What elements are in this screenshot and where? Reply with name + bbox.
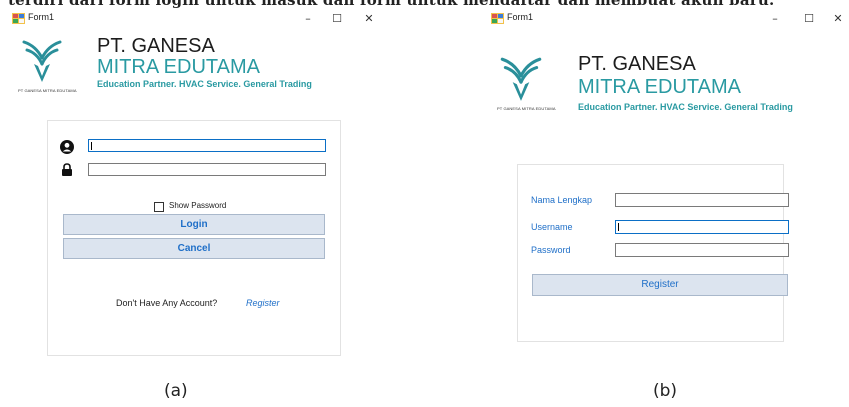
username-input[interactable] — [88, 139, 326, 152]
register-button[interactable]: Register — [532, 274, 788, 296]
username-label: Username — [531, 222, 573, 232]
company-logo-icon — [500, 57, 542, 101]
close-button[interactable]: ✕ — [358, 9, 380, 29]
company-name: PT. GANESA — [97, 35, 215, 57]
show-password-checkbox[interactable] — [154, 202, 164, 212]
show-password-label: Show Password — [169, 201, 227, 210]
password-input[interactable] — [615, 243, 789, 257]
text-caret — [618, 223, 619, 231]
login-button[interactable]: Login — [63, 214, 325, 235]
login-panel: Show Password Login Cancel Don't Have An… — [47, 120, 341, 356]
password-label: Password — [531, 245, 571, 255]
full-name-input[interactable] — [615, 193, 789, 207]
figure-caption-a: (a) — [164, 381, 188, 401]
app-icon — [491, 13, 504, 24]
window-title: Form1 — [28, 12, 55, 22]
username-input[interactable] — [615, 220, 789, 234]
app-icon — [12, 13, 25, 24]
logo-caption: PT GANESA MITRA EDUTAMA — [18, 88, 77, 93]
text-caret — [91, 142, 92, 150]
title-bar: Form1 – ☐ ✕ — [8, 8, 383, 30]
company-tagline: Education Partner. HVAC Service. General… — [97, 79, 312, 89]
name-label: Nama Lengkap — [531, 195, 593, 205]
company-logo-icon — [22, 40, 62, 82]
minimize-button[interactable]: – — [297, 9, 319, 29]
window-title: Form1 — [507, 12, 534, 22]
company-tagline: Education Partner. HVAC Service. General… — [578, 102, 793, 112]
company-subtitle: MITRA EDUTAMA — [578, 76, 741, 98]
document-text-fragment: terdiri dari form login untuk masuk dan … — [0, 0, 849, 8]
register-window: Form1 – ☐ ✕ PT GANESA MITRA EDUTAMA PT. … — [487, 8, 849, 370]
title-bar: Form1 – ☐ ✕ — [487, 8, 849, 30]
close-button[interactable]: ✕ — [827, 9, 849, 29]
company-subtitle: MITRA EDUTAMA — [97, 56, 260, 78]
figure-caption-b: (b) — [653, 381, 678, 401]
register-link[interactable]: Register — [246, 298, 280, 308]
logo-caption: PT GANESA MITRA EDUTAMA — [497, 106, 556, 111]
minimize-button[interactable]: – — [764, 9, 786, 29]
password-input[interactable] — [88, 163, 326, 176]
user-icon — [60, 140, 74, 154]
login-window: Form1 – ☐ ✕ PT GANESA MITRA EDUTAMA PT. … — [8, 8, 383, 370]
company-name: PT. GANESA — [578, 53, 696, 75]
lock-icon — [62, 163, 72, 176]
cancel-button[interactable]: Cancel — [63, 238, 325, 259]
maximize-button[interactable]: ☐ — [798, 9, 820, 29]
register-panel: Nama Lengkap Username Password Register — [517, 164, 789, 342]
no-account-text: Don't Have Any Account? — [116, 298, 218, 308]
maximize-button[interactable]: ☐ — [326, 9, 348, 29]
